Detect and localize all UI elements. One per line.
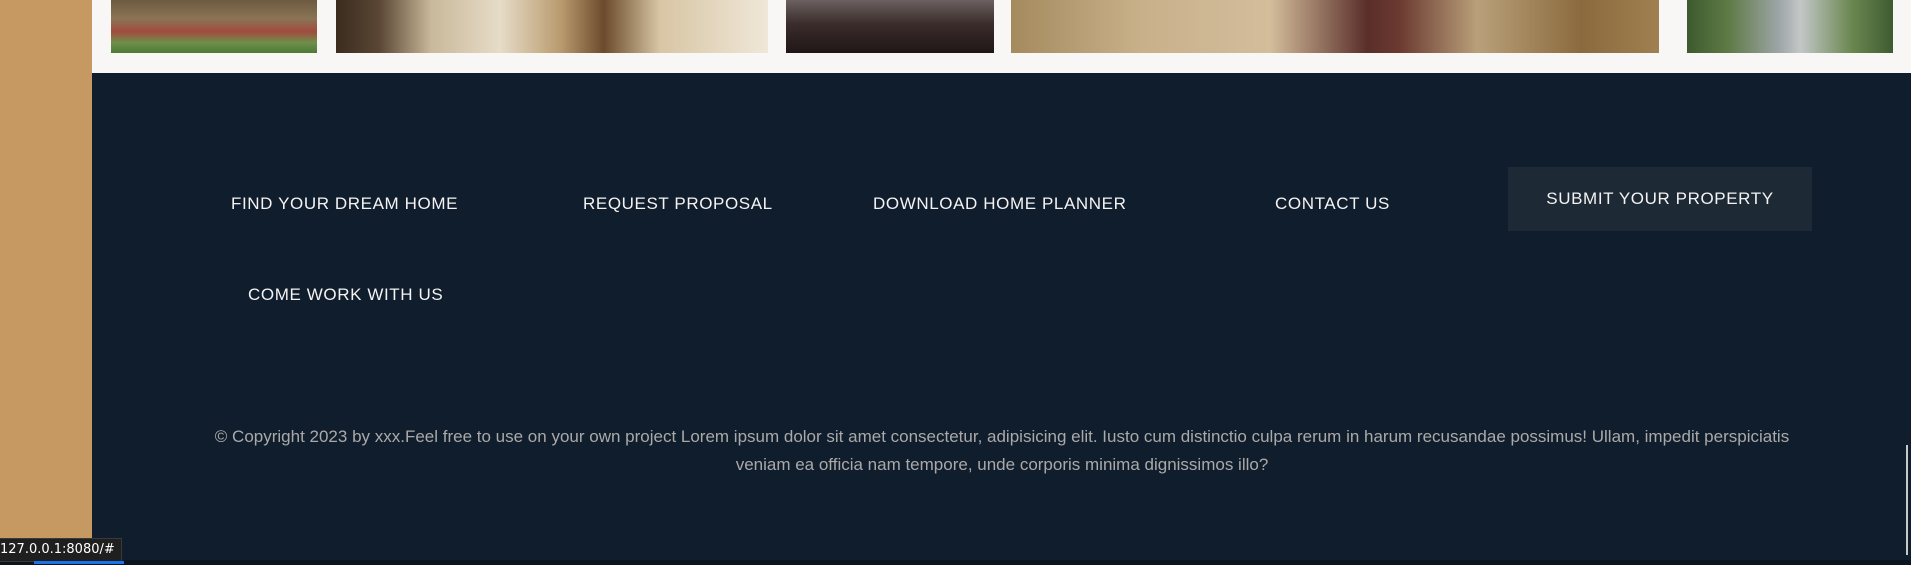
gallery-image-hall-table[interactable] (1011, 0, 1659, 53)
footer-link-request-proposal[interactable]: REQUEST PROPOSAL (583, 194, 773, 214)
gallery-image-dining-room[interactable] (336, 0, 768, 53)
page-bottom-edge (0, 560, 1911, 565)
footer-link-find-dream-home[interactable]: FIND YOUR DREAM HOME (231, 194, 458, 214)
scrollbar-thumb[interactable] (1906, 445, 1908, 555)
gallery-band (92, 0, 1911, 73)
left-sidebar-strip (0, 0, 92, 565)
submit-property-button[interactable]: SUBMIT YOUR PROPERTY (1508, 167, 1812, 231)
gallery-image-dark-bed[interactable] (786, 0, 994, 53)
copyright-text: © Copyright 2023 by xxx.Feel free to use… (214, 427, 1790, 474)
browser-status-bar: 127.0.0.1:8080/# (0, 538, 122, 562)
footer-link-contact-us[interactable]: CONTACT US (1275, 194, 1390, 214)
gallery-image-house-exterior[interactable] (111, 0, 317, 53)
footer-link-download-home-planner[interactable]: DOWNLOAD HOME PLANNER (873, 194, 1126, 214)
gallery-image-garden-path[interactable] (1687, 0, 1893, 53)
footer-link-come-work-with-us[interactable]: COME WORK WITH US (248, 285, 443, 305)
submit-property-label: SUBMIT YOUR PROPERTY (1546, 189, 1774, 208)
status-focus-underline (34, 561, 124, 564)
footer: FIND YOUR DREAM HOME REQUEST PROPOSAL DO… (92, 73, 1911, 560)
status-url: 127.0.0.1:8080/# (0, 542, 115, 557)
